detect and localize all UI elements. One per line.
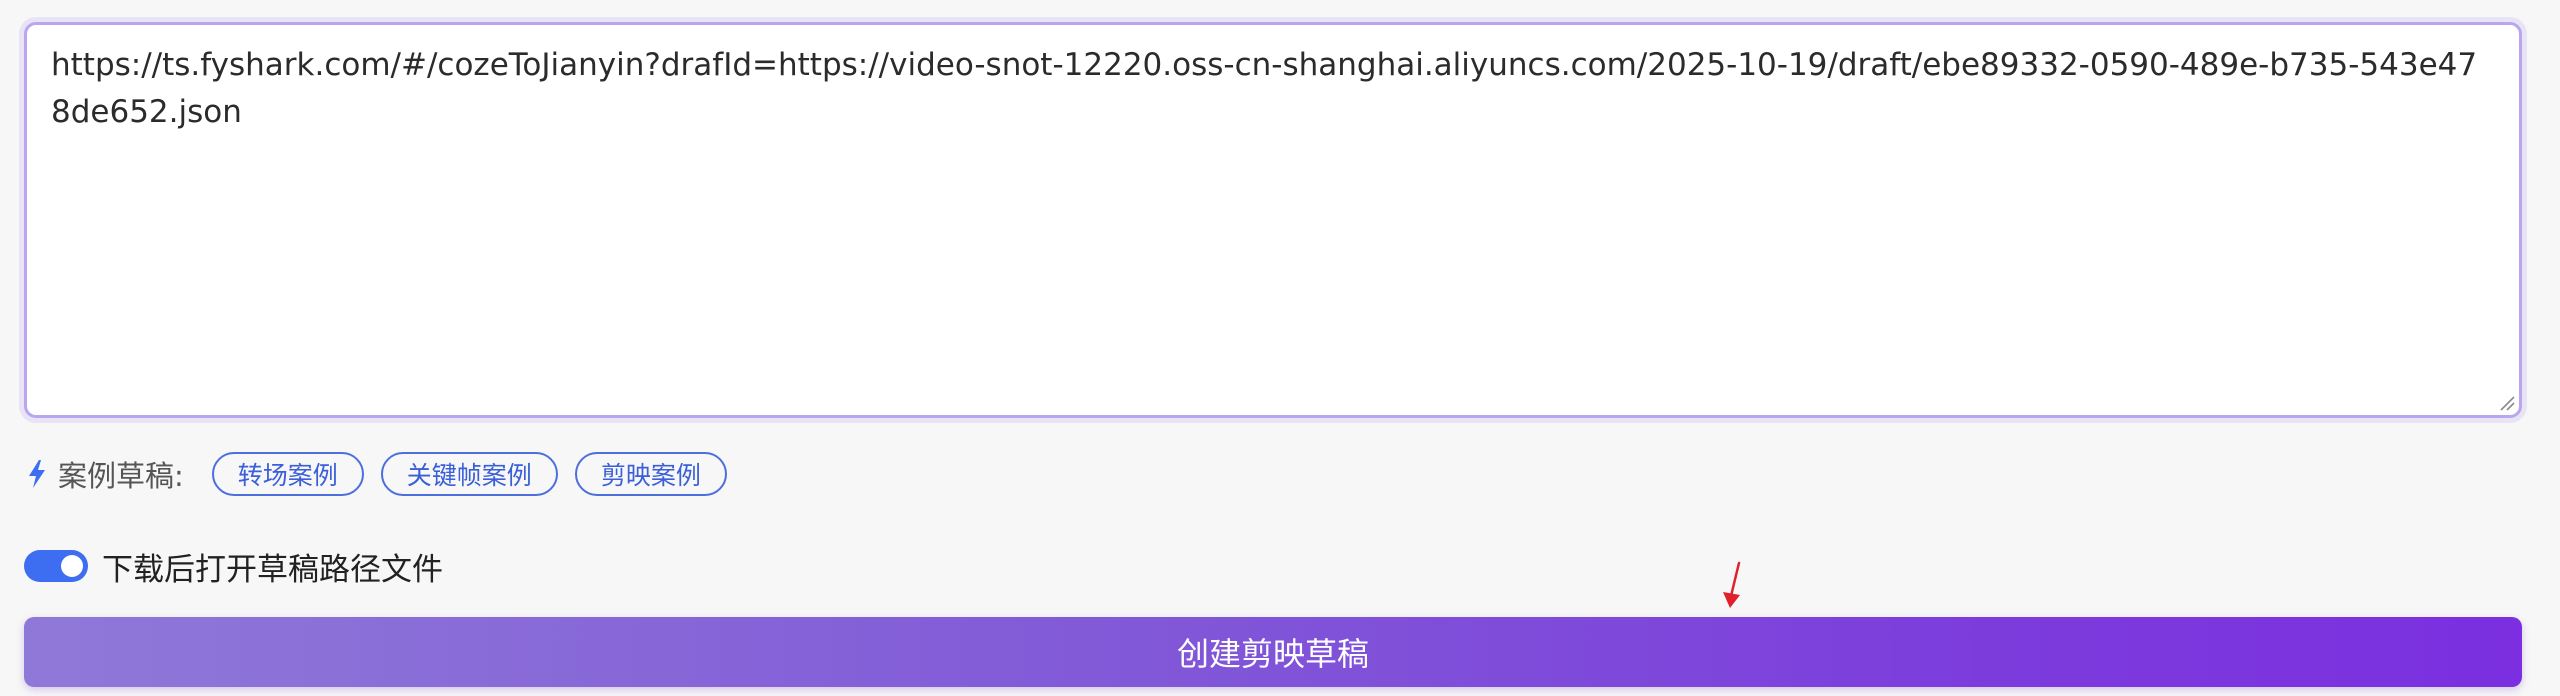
chip-jianying-example[interactable]: 剪映案例 xyxy=(574,452,727,496)
create-jianying-draft-button[interactable]: 创建剪映草稿 xyxy=(24,617,2522,687)
draft-url-textarea[interactable]: https://ts.fyshark.com/#/cozeToJianyin?d… xyxy=(27,25,2519,415)
resize-handle-icon[interactable] xyxy=(2497,393,2515,411)
example-drafts-row: 案例草稿: 转场案例 关键帧案例 剪映案例 xyxy=(26,450,744,498)
open-folder-toggle-row: 下载后打开草稿路径文件 xyxy=(24,540,443,592)
red-arrow-cursor-icon xyxy=(1723,561,1741,608)
open-folder-toggle-switch[interactable] xyxy=(24,550,88,582)
toggle-knob xyxy=(61,555,83,577)
lightning-bolt-icon xyxy=(29,460,45,488)
open-folder-toggle-label: 下载后打开草稿路径文件 xyxy=(102,551,443,588)
chip-transition-example[interactable]: 转场案例 xyxy=(211,452,364,496)
draft-url-textarea-container: https://ts.fyshark.com/#/cozeToJianyin?d… xyxy=(24,22,2522,418)
chip-keyframe-example[interactable]: 关键帧案例 xyxy=(380,452,558,496)
example-drafts-label: 案例草稿: xyxy=(58,459,184,493)
